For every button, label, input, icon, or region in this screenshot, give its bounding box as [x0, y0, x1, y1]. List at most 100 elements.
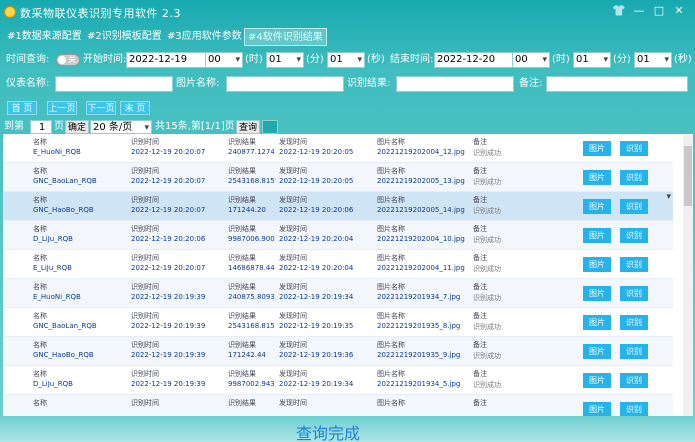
view-image-button[interactable]: 图片 [583, 315, 611, 330]
result-value: 171244.20 [228, 206, 266, 214]
skin-icon[interactable]: 👕 [612, 4, 626, 18]
view-image-button[interactable]: 图片 [583, 344, 611, 359]
image-value: 20221219202005_14.jpg [377, 206, 465, 214]
query-button[interactable]: 查询 [236, 120, 260, 134]
view-image-button[interactable]: 图片 [583, 170, 611, 185]
re-identify-button[interactable]: 识别 [620, 170, 648, 185]
result-record[interactable]: 名称 GNC_BaoLan_RQB 识别时间 2022-12-19 20:20:07 识… [3, 163, 673, 192]
result-record[interactable]: 名称 E_HuoNi_RQB 识别时间 2022-12-19 20:20:07 识别结果… [3, 134, 673, 163]
result-value: 240875.8093 [228, 293, 275, 301]
re-identify-button[interactable]: 识别 [620, 199, 648, 214]
start-hour-select[interactable]: 00 [205, 52, 243, 68]
name-value: GNC_HaoBo_RQB [33, 351, 94, 359]
image-name-label: 图片名称 [377, 225, 405, 233]
result-record[interactable]: 名称 GNC_HaoBo_RQB 识别时间 2022-12-19 20:20:07 识别… [3, 192, 673, 221]
ident-time-label: 识别时间 [131, 341, 159, 349]
name-label: 名称 [33, 196, 47, 204]
ident-time-label: 识别时间 [131, 254, 159, 262]
result-record[interactable]: 名称 D_LiJu_RQB 识别时间 2022-12-19 20:20:06 识别结果 9… [3, 221, 673, 250]
results-scrollbar[interactable] [683, 134, 693, 416]
ident-time-value: 2022-12-19 20:20:07 [131, 148, 206, 156]
view-image-button[interactable]: 图片 [583, 257, 611, 272]
end-hour-select[interactable]: 00 [512, 52, 550, 68]
close-button[interactable]: ✕ [672, 4, 686, 18]
minimize-button[interactable]: — [632, 4, 646, 18]
name-value: D_LiJu_RQB [33, 235, 73, 243]
re-identify-button[interactable]: 识别 [620, 373, 648, 388]
last-page-button[interactable]: 末 页 [120, 101, 150, 115]
tab-results[interactable]: #4软件识别结果 [244, 28, 327, 46]
view-image-button[interactable]: 图片 [583, 402, 611, 416]
result-record[interactable]: 名称 GNC_BaoLan_RQB 识别时间 2022-12-19 20:19:39 识… [3, 308, 673, 337]
note-value: 识别成功 [473, 236, 501, 244]
end-hour-unit: (时) [552, 54, 570, 65]
end-min-select[interactable]: 01 [573, 52, 611, 68]
page-size-select[interactable]: 20 条/页 [90, 120, 152, 134]
result-record[interactable]: 名称 GNC_HaoBo_RQB 识别时间 2022-12-19 20:19:39 识别… [3, 337, 673, 366]
first-page-button[interactable]: 首 页 [7, 101, 37, 115]
page-nav: 首 页 上一页 下一页 末 页 [0, 101, 695, 121]
note-value: 识别成功 [473, 352, 501, 360]
maximize-button[interactable]: □ [652, 4, 666, 18]
result-value: 171242.44 [228, 351, 266, 359]
image-name-label: 图片名称 [377, 399, 405, 407]
found-time-value: 2022-12-19 20:19:34 [279, 380, 354, 388]
re-identify-button[interactable]: 识别 [620, 286, 648, 301]
result-record[interactable]: 名称 E_HuoNi_RQB 识别时间 2022-12-19 20:19:39 识别结果… [3, 279, 673, 308]
result-value: 14686878.44 [228, 264, 275, 272]
window-title: 数采物联仪表识别专用软件 2.3 [20, 7, 181, 20]
result-value: 9987002.943 [228, 380, 275, 388]
found-time-label: 发现时间 [279, 399, 307, 407]
results-list: 名称 E_HuoNi_RQB 识别时间 2022-12-19 20:20:07 识别结果… [3, 134, 683, 416]
export-button[interactable] [262, 120, 278, 134]
note-label: 备注 [473, 370, 487, 378]
view-image-button[interactable]: 图片 [583, 373, 611, 388]
next-page-button[interactable]: 下一页 [86, 101, 116, 115]
re-identify-button[interactable]: 识别 [620, 141, 648, 156]
ident-result-label: 识别结果 [228, 370, 256, 378]
tab-data-source[interactable]: #1数据来源配置 [4, 28, 85, 46]
name-value: E_LiJu_RQB [33, 264, 72, 272]
end-sec-select[interactable]: 01 [634, 52, 672, 68]
view-image-button[interactable]: 图片 [583, 199, 611, 214]
result-record[interactable]: 名称 识别时间 识别结果 发现时间 图片名称 备注 图片 识别 [3, 395, 673, 416]
note-label: 备注: [519, 78, 543, 89]
page-number-input[interactable]: 1 [30, 120, 52, 134]
re-identify-button[interactable]: 识别 [620, 257, 648, 272]
re-identify-button[interactable]: 识别 [620, 344, 648, 359]
note-label: 备注 [473, 341, 487, 349]
ident-result-label: 识别结果 [228, 312, 256, 320]
start-min-unit: (分) [306, 54, 324, 65]
result-record[interactable]: 名称 D_LiJu_RQB 识别时间 2022-12-19 20:19:39 识别结果 9… [3, 366, 673, 395]
prev-page-button[interactable]: 上一页 [47, 101, 77, 115]
start-min-select[interactable]: 01 [266, 52, 304, 68]
found-time-value: 2022-12-19 20:20:06 [279, 206, 354, 214]
app-window: 数采物联仪表识别专用软件 2.3 👕 — □ ✕ #1数据来源配置 #2识别模板… [0, 0, 695, 442]
ident-result-label: 识别结果 [228, 283, 256, 291]
result-value: 2543168.815 [228, 177, 275, 185]
view-image-button[interactable]: 图片 [583, 141, 611, 156]
goto-confirm-button[interactable]: 确定 [65, 120, 89, 134]
start-sec-select[interactable]: 01 [327, 52, 365, 68]
re-identify-button[interactable]: 识别 [620, 402, 648, 416]
image-value: 20221219202005_13.jpg [377, 177, 465, 185]
view-image-button[interactable]: 图片 [583, 228, 611, 243]
scrollbar-thumb[interactable] [684, 146, 692, 206]
time-query-toggle[interactable]: 关 [56, 54, 80, 66]
note-input[interactable] [546, 76, 688, 92]
start-hour-unit: (时) [245, 54, 263, 65]
note-value: 识别成功 [473, 178, 501, 186]
result-input[interactable] [396, 76, 514, 92]
found-time-label: 发现时间 [279, 167, 307, 175]
view-image-button[interactable]: 图片 [583, 286, 611, 301]
tab-app-params[interactable]: #3应用软件参数 [164, 28, 245, 46]
re-identify-button[interactable]: 识别 [620, 315, 648, 330]
tab-template[interactable]: #2识别模板配置 [84, 28, 165, 46]
re-identify-button[interactable]: 识别 [620, 228, 648, 243]
result-record[interactable]: 名称 E_LiJu_RQB 识别时间 2022-12-19 20:20:07 识别结果 1… [3, 250, 673, 279]
image-name-input[interactable] [226, 76, 344, 92]
note-label: 备注 [473, 225, 487, 233]
meter-name-input[interactable] [55, 76, 173, 92]
note-label: 备注 [473, 283, 487, 291]
ident-time-label: 识别时间 [131, 399, 159, 407]
